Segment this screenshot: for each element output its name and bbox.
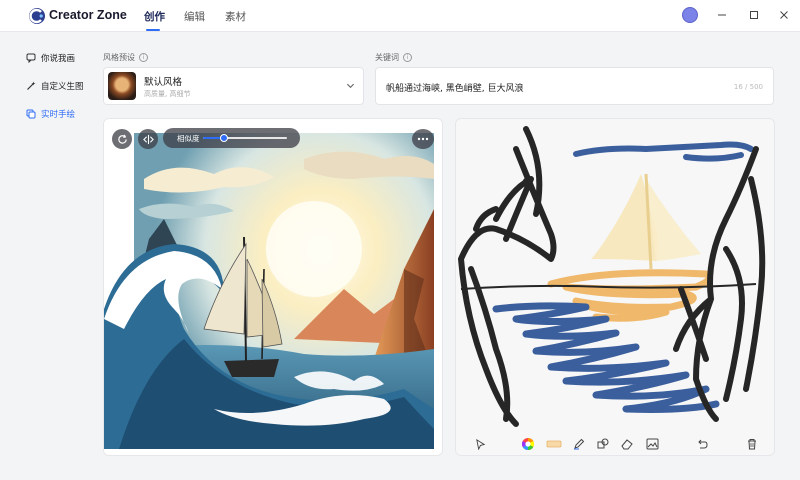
canvas-icon: [26, 109, 36, 119]
chevron-down-icon: [346, 83, 355, 89]
tab-create[interactable]: 创作: [144, 9, 165, 24]
generated-image: [104, 119, 442, 455]
preset-description: 高质量, 高细节: [144, 90, 191, 98]
title-bar: Creator Zone 创作 编辑 素材: [0, 0, 800, 32]
sidebar-item-label: 实时手绘: [41, 110, 76, 120]
sketch-canvas[interactable]: [456, 119, 775, 429]
keywords-input[interactable]: 帆船通过海峡, 黑色峭壁, 巨大风浪 16 / 500: [375, 67, 774, 105]
brush-size-icon[interactable]: [545, 436, 563, 452]
magic-wand-icon: [26, 81, 36, 91]
minimize-icon[interactable]: [714, 7, 730, 23]
refresh-icon: [117, 134, 127, 144]
more-options-button[interactable]: [412, 129, 434, 149]
active-tab-indicator: [146, 29, 160, 31]
similarity-label: 相似度: [177, 134, 200, 143]
maximize-icon[interactable]: [746, 7, 762, 23]
app-logo-icon: [29, 8, 45, 24]
compare-icon: [142, 134, 154, 144]
sketch-canvas-panel[interactable]: [455, 118, 775, 456]
refresh-button[interactable]: [112, 129, 132, 149]
keywords-value: 帆船通过海峡, 黑色峭壁, 巨大风浪: [386, 84, 524, 94]
similarity-slider[interactable]: 相似度: [163, 128, 300, 148]
sidebar-item-label: 你说我画: [41, 54, 76, 64]
style-preset-select[interactable]: 默认风格 高质量, 高细节: [103, 67, 364, 105]
shape-icon[interactable]: [595, 436, 611, 452]
avatar[interactable]: [682, 7, 698, 23]
keywords-counter: 16 / 500: [733, 83, 763, 91]
info-icon[interactable]: i: [403, 53, 412, 62]
sidebar-item-custom-gen[interactable]: 自定义生图: [26, 79, 84, 93]
tab-assets[interactable]: 素材: [225, 9, 246, 24]
keywords-label: 关键词 i: [375, 52, 412, 63]
sidebar-item-live-sketch[interactable]: 实时手绘: [26, 107, 75, 121]
pointer-icon[interactable]: [472, 436, 488, 452]
sidebar-item-label: 自定义生图: [41, 82, 84, 92]
undo-icon[interactable]: [694, 436, 710, 452]
eraser-icon[interactable]: [619, 436, 635, 452]
generated-image-panel: [103, 118, 443, 456]
chat-bubble-icon: [26, 53, 36, 63]
preset-thumbnail: [108, 72, 136, 100]
pen-icon[interactable]: [571, 436, 587, 452]
color-wheel-icon[interactable]: [520, 436, 536, 452]
delete-icon[interactable]: [744, 436, 760, 452]
image-icon[interactable]: [644, 436, 660, 452]
close-icon[interactable]: [776, 7, 792, 23]
sidebar-item-chat-draw[interactable]: 你说我画: [26, 51, 75, 65]
style-preset-label: 风格预设 i: [103, 52, 148, 63]
info-icon[interactable]: i: [139, 53, 148, 62]
app-name: Creator Zone: [49, 8, 127, 22]
similarity-track[interactable]: [203, 134, 287, 142]
sketch-toolbar: [456, 431, 774, 455]
preset-name: 默认风格: [144, 77, 183, 88]
similarity-knob[interactable]: [220, 134, 228, 142]
more-icon: [417, 137, 429, 141]
compare-button[interactable]: [138, 129, 158, 149]
tab-edit[interactable]: 编辑: [184, 9, 205, 24]
